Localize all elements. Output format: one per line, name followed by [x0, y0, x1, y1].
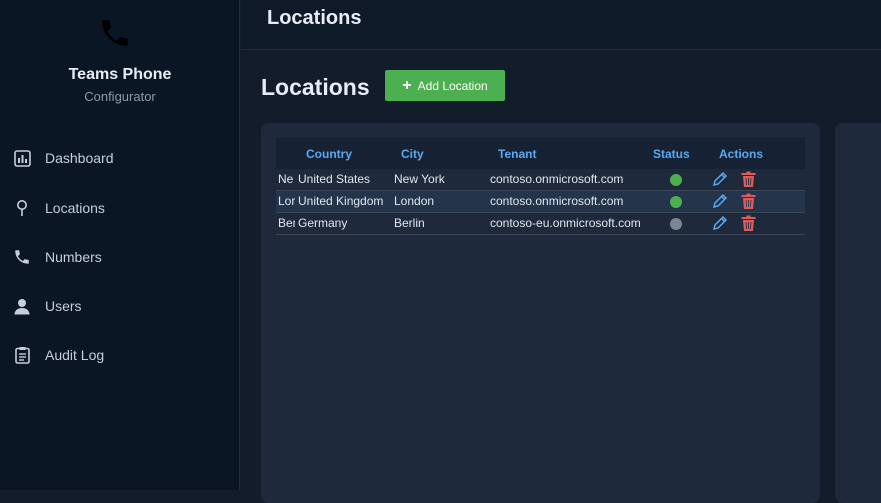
column-header-status: Status — [653, 147, 690, 161]
app-subtitle: Configurator — [84, 89, 156, 104]
dashboard-icon — [13, 149, 31, 167]
side-panel — [835, 123, 881, 503]
phone-logo-icon — [102, 20, 128, 46]
phone-icon — [13, 248, 31, 266]
table-row[interactable]: Lor United Kingdom London contoso.onmicr… — [276, 191, 805, 213]
status-indicator-active — [670, 174, 682, 186]
header-bar: Locations — [241, 0, 881, 50]
delete-trash-icon[interactable] — [740, 171, 757, 188]
table-row[interactable]: Ne United States New York contoso.onmicr… — [276, 169, 805, 191]
location-pin-icon — [13, 199, 31, 217]
add-location-button[interactable]: + Add Location — [385, 70, 505, 101]
sidebar-item-label: Dashboard — [45, 150, 114, 166]
sidebar-item-locations[interactable]: Locations — [0, 191, 239, 225]
edit-pencil-icon[interactable] — [711, 193, 728, 210]
country-cell: Germany — [298, 216, 348, 230]
delete-trash-icon[interactable] — [740, 193, 757, 210]
column-header-actions: Actions — [719, 147, 764, 161]
status-indicator-active — [670, 196, 682, 208]
city-cell: London — [394, 194, 435, 208]
tenant-cell: contoso-eu.onmicrosoft.com — [490, 216, 641, 230]
edit-pencil-icon[interactable] — [711, 171, 728, 188]
add-location-label: Add Location — [417, 78, 488, 93]
column-header-tenant[interactable]: Tenant — [498, 147, 536, 161]
column-header-city[interactable]: City — [401, 147, 424, 161]
sidebar-item-label: Numbers — [45, 249, 102, 265]
page-title: Locations — [261, 74, 370, 100]
location-name: Ne — [278, 172, 294, 186]
sidebar: Teams Phone Configurator Dashboard Locat… — [0, 0, 240, 490]
table-header: Country City Tenant Status Actions — [276, 137, 805, 169]
clipboard-icon — [13, 346, 31, 364]
header-title: Locations — [267, 7, 362, 29]
status-indicator-inactive — [670, 218, 682, 230]
user-icon — [13, 297, 31, 315]
delete-trash-icon[interactable] — [740, 215, 757, 232]
sidebar-item-numbers[interactable]: Numbers — [0, 240, 239, 274]
sidebar-item-label: Users — [45, 298, 82, 314]
sidebar-item-label: Audit Log — [45, 347, 105, 363]
column-header-country[interactable]: Country — [306, 147, 352, 161]
tenant-cell: contoso.onmicrosoft.com — [490, 194, 624, 208]
app-title: Teams Phone — [68, 66, 172, 83]
sidebar-item-label: Locations — [45, 200, 105, 216]
table-row[interactable]: Ber Germany Berlin contoso-eu.onmicrosof… — [276, 213, 805, 235]
tenant-cell: contoso.onmicrosoft.com — [490, 172, 624, 186]
city-cell: Berlin — [394, 216, 425, 230]
sidebar-item-dashboard[interactable]: Dashboard — [0, 141, 239, 175]
plus-icon: + — [402, 76, 412, 94]
sidebar-item-users[interactable]: Users — [0, 289, 239, 323]
country-cell: United States — [298, 172, 371, 186]
location-name: Ber — [278, 216, 295, 230]
locations-table: Country City Tenant Status Actions Ne Un… — [276, 137, 805, 235]
location-name: Lor — [278, 194, 295, 208]
city-cell: New York — [394, 172, 445, 186]
edit-pencil-icon[interactable] — [711, 215, 728, 232]
sidebar-item-audit-log[interactable]: Audit Log — [0, 338, 239, 372]
country-cell: United Kingdom — [298, 194, 384, 208]
